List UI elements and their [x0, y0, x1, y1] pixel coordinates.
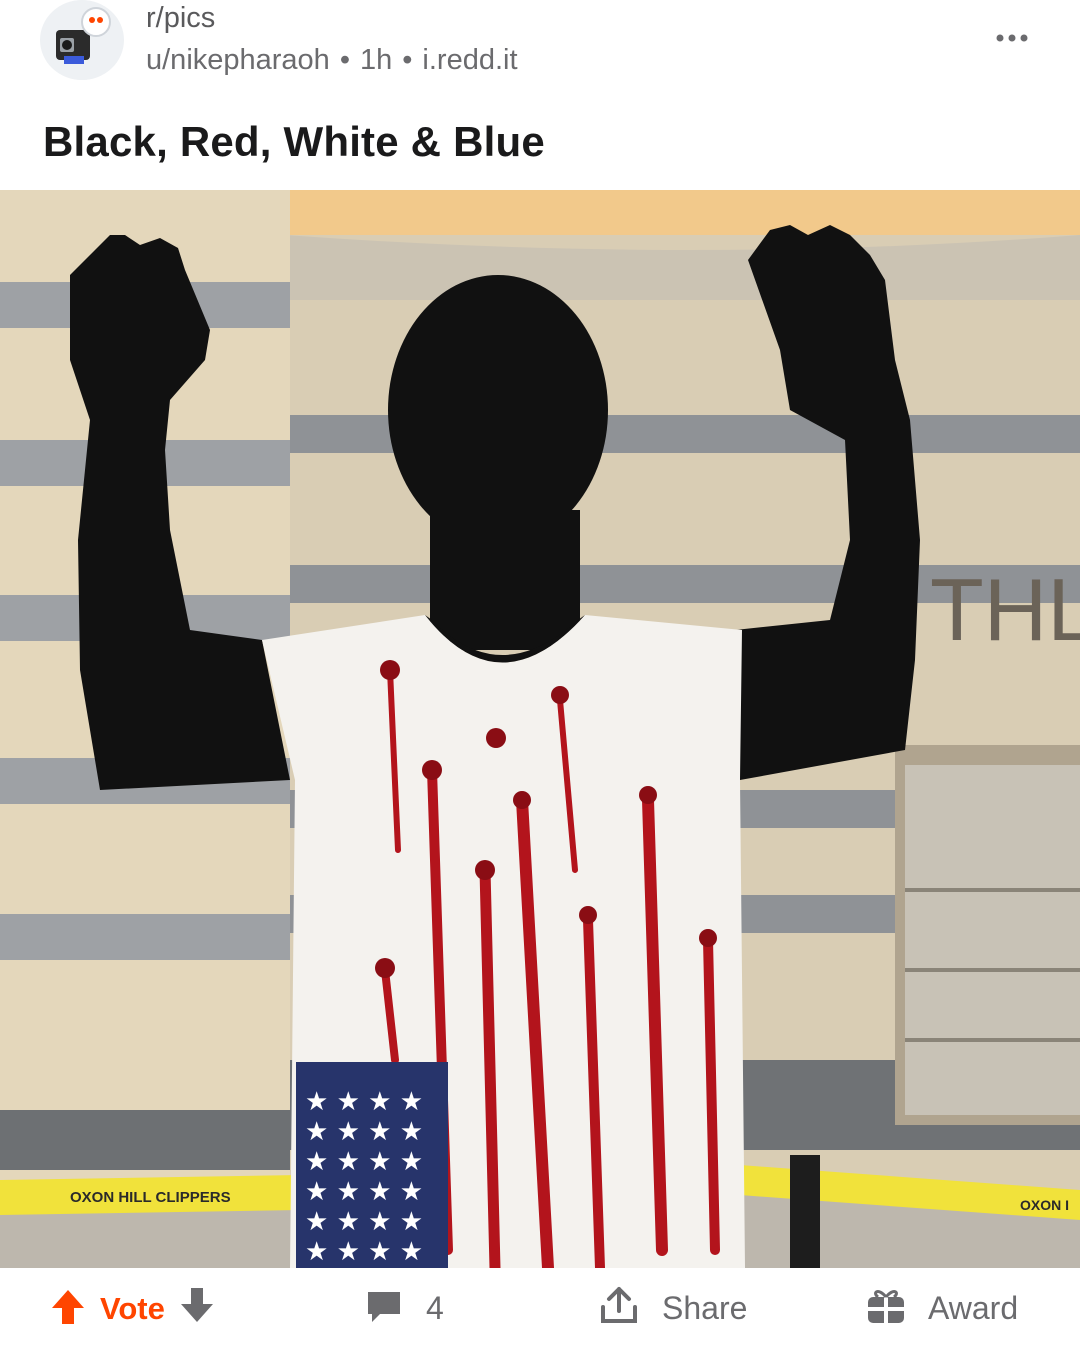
tape-text-right: OXON I — [1020, 1197, 1069, 1213]
subreddit-name[interactable]: r/pics — [146, 2, 215, 35]
svg-text:★ ★ ★ ★: ★ ★ ★ ★ — [305, 1207, 423, 1237]
svg-text:★ ★ ★ ★: ★ ★ ★ ★ — [305, 1177, 423, 1207]
svg-text:★ ★ ★ ★: ★ ★ ★ ★ — [305, 1237, 423, 1267]
separator-dot: • — [402, 44, 413, 76]
vote-label: Vote — [100, 1290, 165, 1326]
author-link[interactable]: u/nikepharaoh — [146, 44, 330, 77]
share-icon — [598, 1285, 640, 1332]
separator-dot: • — [339, 44, 350, 76]
award-icon — [864, 1285, 908, 1332]
upvote-arrow-icon[interactable] — [50, 1286, 86, 1331]
downvote-arrow-icon[interactable] — [179, 1286, 215, 1331]
award-label: Award — [928, 1290, 1019, 1326]
comments-button[interactable]: 4 — [364, 1268, 444, 1349]
tape-text-left: OXON HILL CLIPPERS — [70, 1189, 231, 1206]
post-meta: u/nikepharaoh • 1h • i.redd.it — [146, 44, 518, 77]
svg-text:★ ★ ★ ★: ★ ★ ★ ★ — [305, 1087, 423, 1117]
post-action-bar: Vote 4 Share Award — [0, 1268, 1080, 1349]
award-button[interactable]: Award — [864, 1268, 1018, 1349]
svg-text:★ ★ ★ ★: ★ ★ ★ ★ — [305, 1147, 423, 1177]
svg-text:★ ★ ★ ★: ★ ★ ★ ★ — [305, 1117, 423, 1147]
post-age: 1h — [359, 44, 393, 76]
sign-letters: THL — [930, 560, 1080, 659]
post-image[interactable]: THL OXON HILL CLIPPERS OXON I ★ ★ ★ ★ ★ … — [0, 190, 1080, 1268]
share-label: Share — [662, 1290, 748, 1326]
post-header: r/pics u/nikepharaoh • 1h • i.redd.it — [0, 0, 1080, 100]
comment-count: 4 — [426, 1290, 444, 1326]
post-domain[interactable]: i.redd.it — [422, 44, 517, 77]
share-button[interactable]: Share — [598, 1268, 747, 1349]
subreddit-avatar[interactable] — [40, 0, 124, 80]
vote-control: Vote — [50, 1268, 215, 1349]
comment-bubble-icon — [364, 1286, 404, 1331]
post-title[interactable]: Black, Red, White & Blue — [43, 118, 545, 166]
more-options-icon[interactable] — [994, 22, 1034, 52]
